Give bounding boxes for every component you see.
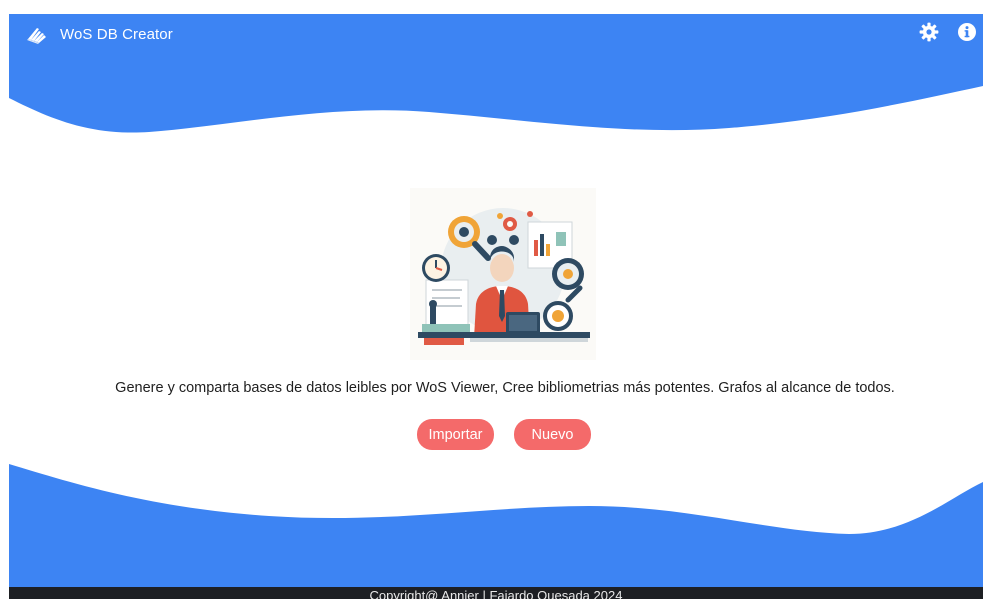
window-right-edge (983, 0, 987, 599)
book-stack-icon (26, 23, 48, 45)
hero-actions: Importar Nuevo (417, 419, 591, 450)
window-left-edge (0, 0, 9, 599)
footer: Copyright@ Annier | Fajardo Quesada 2024 (9, 587, 983, 599)
nav-actions (903, 22, 979, 46)
app-window: WoS DB Creator Genere y comparta bases d… (0, 0, 987, 599)
navbar: WoS DB Creator (9, 14, 983, 54)
import-button[interactable]: Importar (417, 419, 494, 450)
footer-wave (9, 464, 983, 588)
gear-icon (919, 22, 939, 47)
brand-link[interactable]: WoS DB Creator (26, 23, 173, 45)
researcher-with-laptop-illustration (410, 188, 596, 360)
info-icon (957, 22, 977, 47)
new-button[interactable]: Nuevo (514, 419, 591, 450)
settings-button[interactable] (917, 22, 941, 46)
info-button[interactable] (955, 22, 979, 46)
hero-tagline: Genere y comparta bases de datos leibles… (115, 380, 895, 396)
app-title: WoS DB Creator (60, 25, 173, 43)
copyright-text: Copyright@ Annier | Fajardo Quesada 2024 (369, 588, 623, 599)
